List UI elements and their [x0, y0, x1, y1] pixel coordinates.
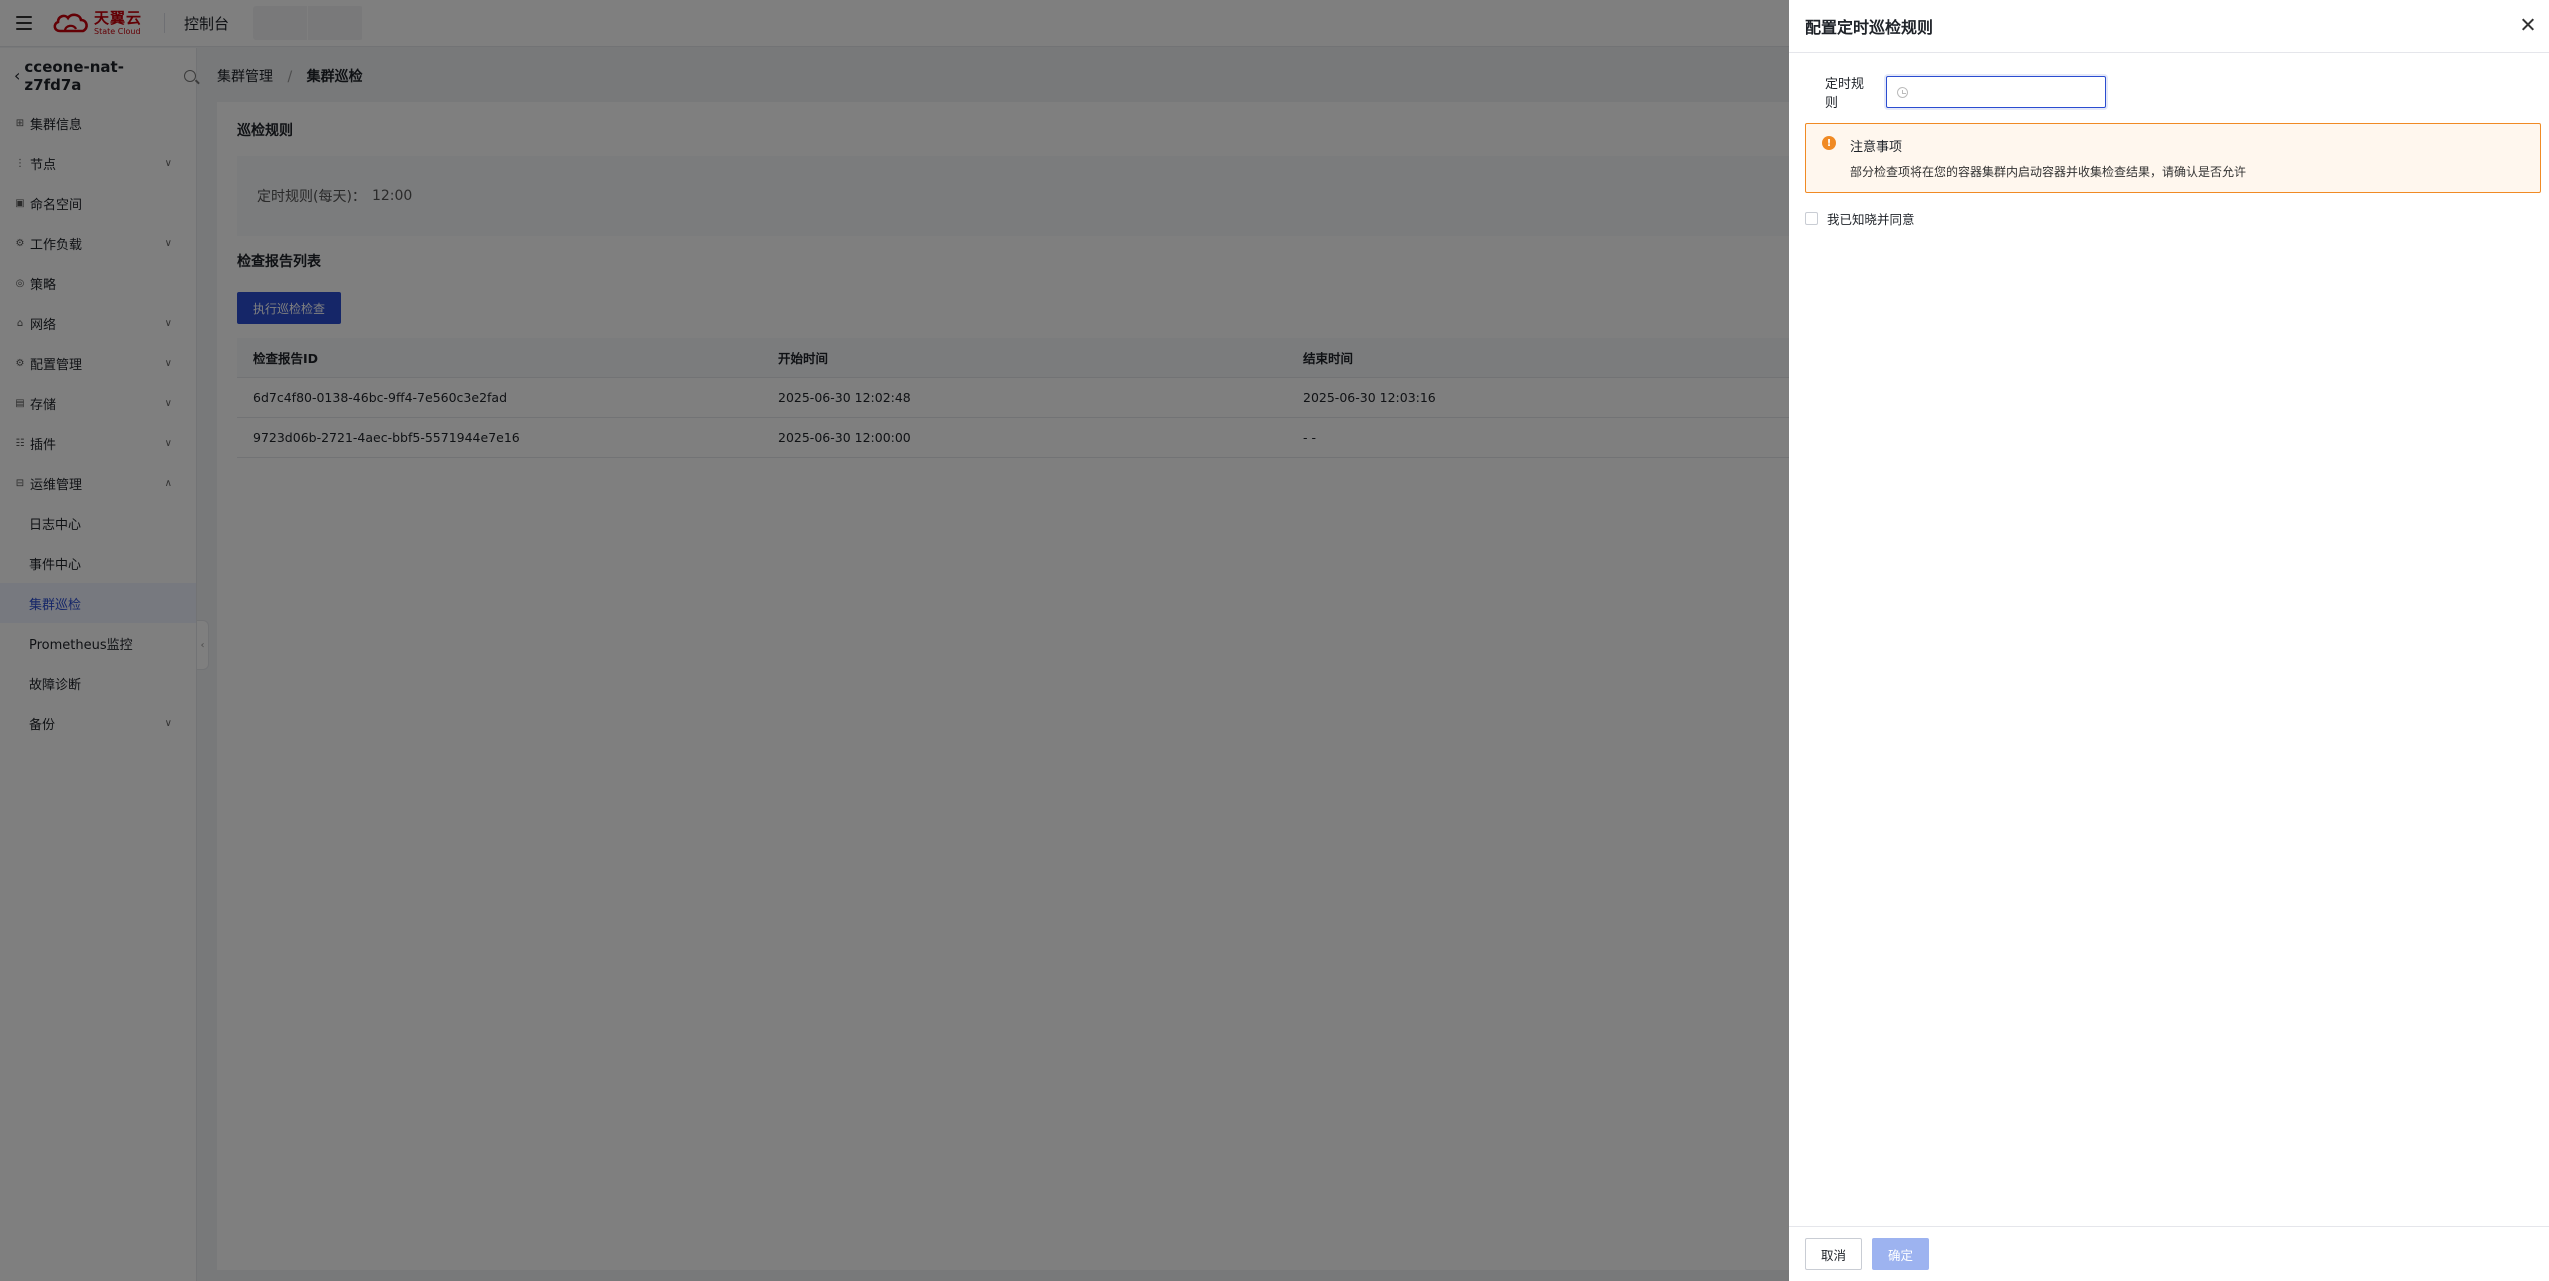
close-icon[interactable]	[2517, 14, 2539, 36]
drawer-footer: 取消 确定	[1789, 1226, 2549, 1281]
schedule-rule-drawer: 配置定时巡检规则 定时规则 ! 注意事项 部分检查项将在您的容器集群内启动容器并…	[1789, 0, 2549, 1281]
notice-title: 注意事项	[1850, 140, 1903, 155]
notice-text: 部分检查项将在您的容器集群内启动容器并收集检查结果，请确认是否允许	[1850, 165, 2247, 179]
time-input[interactable]	[1914, 84, 2094, 100]
time-picker[interactable]	[1886, 76, 2106, 108]
clock-icon	[1897, 86, 1908, 98]
drawer-header: 配置定时巡检规则	[1789, 0, 2549, 53]
warning-icon: !	[1822, 136, 1836, 150]
schedule-form-row: 定时规则	[1825, 73, 2106, 111]
drawer-title: 配置定时巡检规则	[1805, 18, 1934, 37]
confirm-button[interactable]: 确定	[1872, 1238, 1929, 1270]
cancel-button[interactable]: 取消	[1805, 1238, 1862, 1270]
agree-checkbox-row[interactable]: 我已知晓并同意	[1805, 209, 1915, 228]
agree-checkbox[interactable]	[1805, 212, 1818, 225]
agree-label[interactable]: 我已知晓并同意	[1827, 209, 1915, 228]
notice-alert: ! 注意事项 部分检查项将在您的容器集群内启动容器并收集检查结果，请确认是否允许	[1805, 123, 2541, 193]
schedule-rule-label: 定时规则	[1825, 77, 1865, 111]
